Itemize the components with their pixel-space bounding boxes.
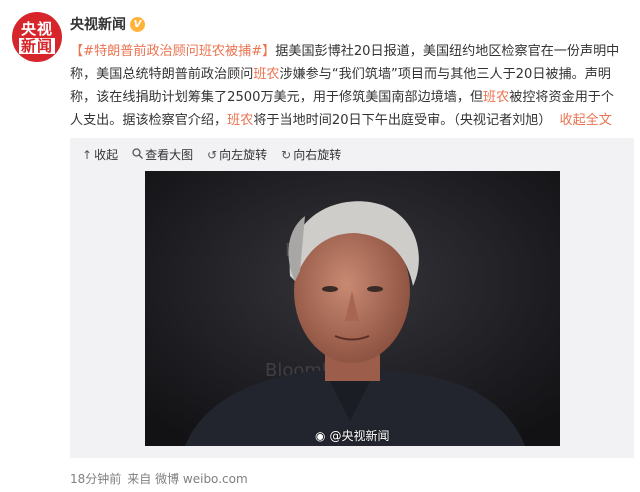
- collapse-button[interactable]: ↑ 收起: [82, 146, 118, 163]
- author-name[interactable]: 央视新闻: [70, 14, 126, 34]
- collapse-label: 收起: [94, 148, 119, 162]
- avatar-text-bottom: 新闻: [18, 36, 55, 55]
- keyword-link-1[interactable]: 班农: [253, 67, 279, 82]
- rotate-right-icon: ↻: [281, 147, 292, 162]
- verified-badge-icon: V: [130, 16, 145, 32]
- media-toolbar: ↑ 收起 查看大图 ↺ 向左旋转 ↻ 向右旋转: [82, 146, 341, 163]
- watermark-text: @央视新闻: [329, 429, 390, 443]
- rotate-left-label: 向左旋转: [219, 148, 268, 162]
- view-large-label: 查看大图: [145, 148, 194, 162]
- up-arrow-icon: ↑: [82, 147, 93, 162]
- post-source[interactable]: 来自 微博 weibo.com: [127, 470, 247, 487]
- rotate-right-label: 向右旋转: [293, 148, 342, 162]
- post-meta: 18分钟前 来自 微博 weibo.com: [70, 470, 248, 487]
- weibo-logo-icon: ◉: [315, 428, 326, 443]
- keyword-link-3[interactable]: 班农: [227, 113, 253, 128]
- rotate-left-button[interactable]: ↺ 向左旋转: [207, 146, 267, 163]
- magnify-icon: [132, 147, 144, 162]
- rotate-left-icon: ↺: [207, 147, 218, 162]
- author-header: 央视新闻 V: [70, 14, 145, 34]
- media-panel: ↑ 收起 查看大图 ↺ 向左旋转 ↻ 向右旋转 Bloomberg ◉ @央视新…: [70, 138, 634, 458]
- view-large-button[interactable]: 查看大图: [132, 146, 193, 163]
- avatar-text-top: 央视: [20, 19, 53, 38]
- post-time[interactable]: 18分钟前: [70, 470, 121, 487]
- topic-link[interactable]: 【#特朗普前政治顾问班农被捕#】: [70, 44, 275, 59]
- portrait-illustration: Bloo Bloomberg: [145, 171, 560, 446]
- avatar[interactable]: 央视 新闻: [12, 12, 62, 62]
- news-photo[interactable]: Bloo Bloomberg ◉ @央视新闻: [145, 171, 560, 446]
- weibo-watermark: ◉ @央视新闻: [315, 427, 390, 444]
- keyword-link-2[interactable]: 班农: [483, 90, 509, 105]
- post-segment-4: 将于当地时间20日下午出庭受审。（央视记者刘旭）: [253, 113, 552, 128]
- rotate-right-button[interactable]: ↻ 向右旋转: [281, 146, 341, 163]
